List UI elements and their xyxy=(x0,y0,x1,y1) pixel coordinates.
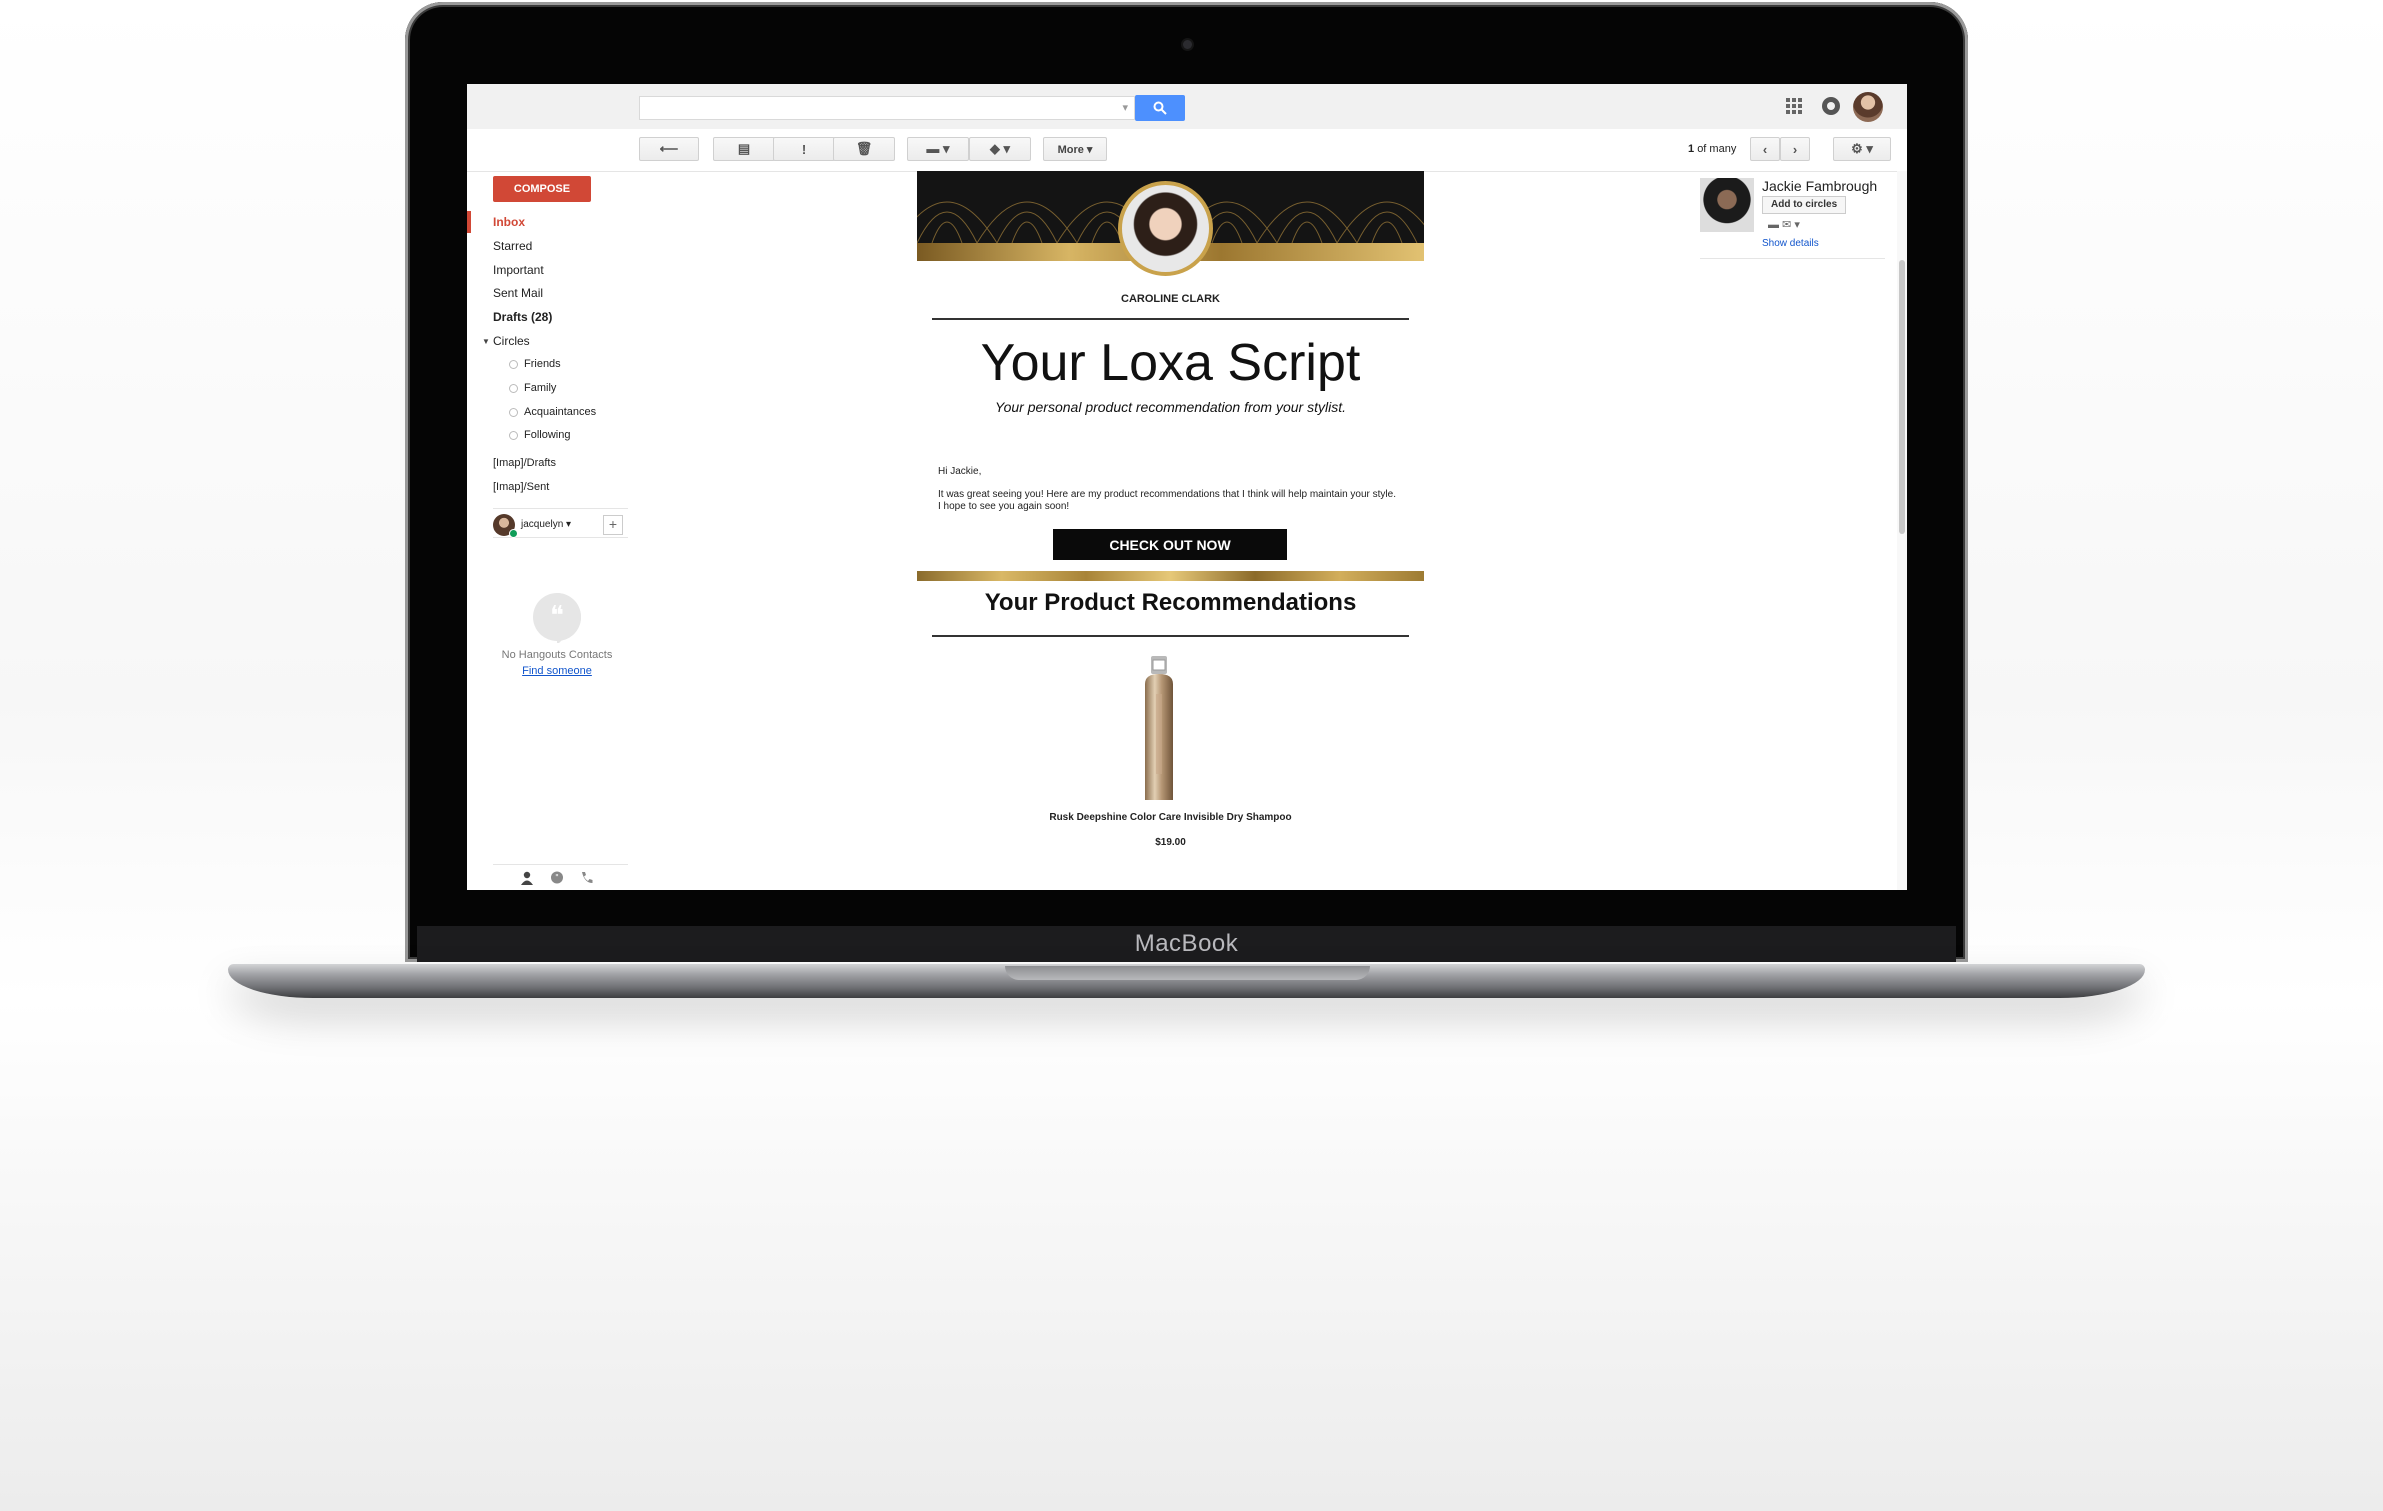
device-brand-label: MacBook xyxy=(1134,930,1239,957)
email-title: Your Loxa Script xyxy=(980,334,1361,392)
contact-name[interactable]: Jackie Fambrough xyxy=(1762,178,1877,194)
sidebar-item-imap-sent[interactable]: [Imap]/Sent xyxy=(493,481,549,493)
apps-grid-icon[interactable] xyxy=(1785,97,1803,115)
notifications-icon[interactable] xyxy=(1822,97,1840,115)
trash-icon: 🗑 xyxy=(855,141,873,156)
svg-text:": " xyxy=(555,873,559,882)
pager-text: 1 of many xyxy=(1688,143,1736,155)
gear-icon: ⚙ ▾ xyxy=(1851,141,1873,156)
contact-action-icons[interactable]: ▬ ✉ ▾ xyxy=(1768,218,1800,231)
sidebar-item-sent-mail[interactable]: Sent Mail xyxy=(493,286,543,300)
chevron-right-icon: › xyxy=(1792,141,1798,157)
back-arrow-icon: ⟵ xyxy=(659,141,679,156)
sidebar-item-inbox[interactable]: Inbox xyxy=(493,215,525,229)
phone-icon[interactable] xyxy=(579,871,595,885)
sidebar-item-important[interactable]: Important xyxy=(493,263,544,277)
compose-button[interactable]: COMPOSE xyxy=(493,176,591,202)
labels-button[interactable]: ◆ ▾ xyxy=(969,137,1031,161)
email-greeting: Hi Jackie, xyxy=(938,466,982,477)
next-message-button[interactable]: › xyxy=(1780,137,1810,161)
show-details-link[interactable]: Show details xyxy=(1762,238,1819,249)
back-button[interactable]: ⟵ xyxy=(639,137,699,161)
circle-dot-icon xyxy=(509,430,518,440)
email-body: CAROLINE CLARK Your Loxa Script Your per… xyxy=(917,171,1424,890)
inbox-active-indicator xyxy=(467,211,471,233)
email-subtitle: Your personal product recommendation fro… xyxy=(995,399,1346,415)
circle-item-family[interactable]: Family xyxy=(509,382,556,394)
message-toolbar: ⟵ ▤ ! 🗑 ▬ ▾ ◆ ▾ More ▾ 1 of many ‹ › ⚙ ▾ xyxy=(467,129,1907,172)
new-hangout-button[interactable]: + xyxy=(603,515,623,535)
spam-icon: ! xyxy=(801,141,807,157)
circle-label: Friends xyxy=(524,358,561,370)
product-image[interactable] xyxy=(1137,654,1181,802)
check-out-now-button[interactable]: CHECK OUT NOW xyxy=(1053,529,1287,560)
hangouts-user[interactable]: jacquelyn ▾ + xyxy=(493,508,628,538)
circle-label: Following xyxy=(524,429,571,441)
scrollbar-thumb[interactable] xyxy=(1899,260,1905,534)
email-message: It was great seeing you! Here are my pro… xyxy=(938,489,1396,512)
product-price: $19.00 xyxy=(1155,837,1186,848)
more-button[interactable]: More ▾ xyxy=(1043,137,1107,161)
divider xyxy=(932,318,1409,320)
circle-dot-icon xyxy=(509,383,518,393)
circle-item-following[interactable]: Following xyxy=(509,429,570,441)
no-hangouts-text: No Hangouts Contacts xyxy=(501,649,613,661)
chat-bubble-icon[interactable]: " xyxy=(549,871,565,885)
camera-icon xyxy=(1183,40,1192,49)
circles-expand-icon[interactable]: ▼ xyxy=(482,337,490,346)
pager-count: 1 xyxy=(1688,143,1695,155)
screen: ▾ ⟵ ▤ ! 🗑 ▬ ▾ ◆ ▾ More ▾ 1 of many ‹ › ⚙… xyxy=(467,84,1907,890)
laptop-hinge-notch xyxy=(1005,966,1370,980)
search-options-caret[interactable]: ▾ xyxy=(1122,101,1128,114)
search-icon xyxy=(1153,101,1167,115)
stylist-avatar xyxy=(1118,181,1213,276)
move-to-button[interactable]: ▬ ▾ xyxy=(907,137,969,161)
settings-button[interactable]: ⚙ ▾ xyxy=(1833,137,1891,161)
circle-label: Family xyxy=(524,382,557,394)
hangouts-quote-icon: ❝ xyxy=(533,593,581,643)
label-icon: ◆ ▾ xyxy=(989,141,1011,156)
person-icon[interactable] xyxy=(519,871,535,885)
archive-button[interactable]: ▤ xyxy=(713,137,775,161)
recommendations-title: Your Product Recommendations xyxy=(984,589,1357,616)
chevron-left-icon: ‹ xyxy=(1762,141,1768,157)
delete-button[interactable]: 🗑 xyxy=(833,137,895,161)
hangouts-user-name: jacquelyn ▾ xyxy=(521,519,572,530)
circle-dot-icon xyxy=(509,407,518,417)
account-avatar[interactable] xyxy=(1853,92,1883,122)
sender-contact-card: Jackie Fambrough Add to circles ▬ ✉ ▾ Sh… xyxy=(1700,178,1885,259)
sidebar-item-starred[interactable]: Starred xyxy=(493,239,532,253)
product-name[interactable]: Rusk Deepshine Color Care Invisible Dry … xyxy=(917,812,1424,823)
add-to-circles-button[interactable]: Add to circles xyxy=(1762,196,1847,214)
sidebar: COMPOSE Inbox Starred Important Sent Mai… xyxy=(467,171,628,890)
archive-icon: ▤ xyxy=(737,141,751,156)
circle-label: Acquaintances xyxy=(524,406,597,418)
sidebar-item-circles[interactable]: Circles xyxy=(493,334,530,348)
circle-dot-icon xyxy=(509,359,518,369)
online-status-icon xyxy=(509,529,518,538)
report-spam-button[interactable]: ! xyxy=(773,137,835,161)
divider xyxy=(932,635,1409,637)
contact-photo[interactable] xyxy=(1700,178,1754,232)
circle-item-friends[interactable]: Friends xyxy=(509,358,561,370)
svg-text:❝: ❝ xyxy=(550,601,564,631)
hangouts-bottom-bar: " xyxy=(493,864,628,890)
pager-of: of many xyxy=(1697,143,1737,155)
circle-item-acquaintances[interactable]: Acquaintances xyxy=(509,406,596,418)
folder-icon: ▬ ▾ xyxy=(926,141,950,156)
top-bar: ▾ xyxy=(467,84,1907,129)
sidebar-item-imap-drafts[interactable]: [Imap]/Drafts xyxy=(493,457,556,469)
search-input[interactable]: ▾ xyxy=(639,96,1135,120)
stylist-name: CAROLINE CLARK xyxy=(1121,293,1220,305)
find-someone-link[interactable]: Find someone xyxy=(467,665,647,677)
search-button[interactable] xyxy=(1135,95,1185,121)
prev-message-button[interactable]: ‹ xyxy=(1750,137,1780,161)
gold-divider-band xyxy=(917,571,1424,581)
sidebar-item-drafts[interactable]: Drafts (28) xyxy=(493,310,552,324)
